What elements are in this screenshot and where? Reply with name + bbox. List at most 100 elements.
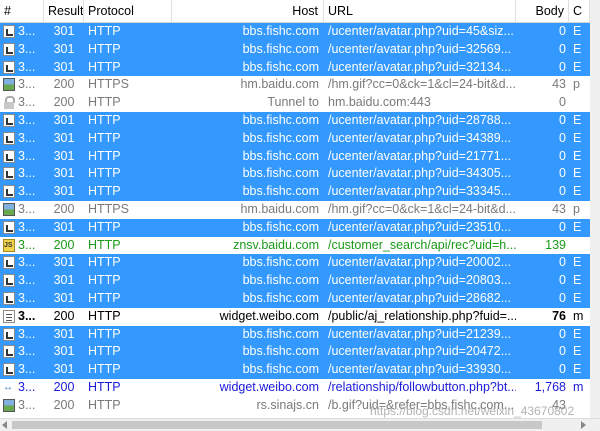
session-number-cell: 3... bbox=[0, 165, 44, 183]
scroll-thumb[interactable] bbox=[12, 421, 542, 429]
session-number-cell: 3... bbox=[0, 112, 44, 130]
session-row[interactable]: 3... 301 HTTP bbs.fishc.com/ucenter/avatar.… bbox=[0, 165, 600, 184]
scroll-left-icon[interactable] bbox=[2, 421, 7, 429]
session-rows: 3... 301 HTTP bbs.fishc.com/ucenter/avatar.… bbox=[0, 23, 600, 415]
caching: E bbox=[573, 273, 582, 288]
session-row[interactable]: 3... 301 HTTP bbs.fishc.com/ucenter/avatar.… bbox=[0, 361, 600, 379]
image-icon bbox=[3, 398, 15, 412]
session-row[interactable]: 3... 200 HTTPS hm.baidu.com/hm.gif?cc=0&ck=… bbox=[0, 201, 600, 219]
host: rs.sinajs.cn bbox=[256, 397, 319, 412]
session-number-cell: 3... bbox=[0, 23, 44, 41]
caching: p bbox=[573, 77, 580, 92]
caching bbox=[569, 237, 590, 255]
session-number: 3... bbox=[18, 273, 36, 288]
url: /ucenter/avatar.php?uid=32134... bbox=[328, 59, 512, 74]
vertical-scrollbar[interactable] bbox=[590, 0, 600, 418]
session-row[interactable]: 3... 301 HTTP bbs.fishc.com/ucenter/avatar.… bbox=[0, 254, 600, 273]
url: /ucenter/avatar.php?uid=33930... bbox=[328, 362, 512, 377]
session-number: 3... bbox=[18, 77, 36, 92]
session-row[interactable]: 3... 301 HTTP bbs.fishc.com/ucenter/avatar.… bbox=[0, 325, 600, 344]
host: bbs.fishc.com bbox=[242, 184, 319, 199]
host: bbs.fishc.com bbox=[242, 24, 319, 38]
session-row[interactable]: 3... 301 HTTP bbs.fishc.com/ucenter/avatar.… bbox=[0, 58, 600, 77]
session-row[interactable]: 3... 301 HTTP bbs.fishc.com/ucenter/avatar.… bbox=[0, 147, 600, 166]
body-size: 0 bbox=[559, 290, 566, 305]
session-row[interactable]: 3... 200 HTTP znsv.baidu.com/customer_searc… bbox=[0, 237, 600, 255]
session-number-cell: 3... bbox=[0, 41, 44, 59]
url: /ucenter/avatar.php?uid=20002... bbox=[328, 255, 512, 270]
url: /ucenter/avatar.php?uid=33345... bbox=[328, 184, 512, 199]
result-code: 301 bbox=[53, 219, 75, 234]
url: /customer_search/api/rec?uid=h... bbox=[328, 237, 516, 252]
session-row[interactable]: 3... 301 HTTP bbs.fishc.com/ucenter/avatar.… bbox=[0, 23, 600, 41]
url: /ucenter/avatar.php?uid=28788... bbox=[328, 112, 512, 127]
body-size: 43 bbox=[552, 201, 566, 216]
protocol: HTTP bbox=[88, 130, 121, 145]
session-number: 3... bbox=[18, 201, 36, 216]
session-row[interactable]: 3... 301 HTTP bbs.fishc.com/ucenter/avatar.… bbox=[0, 183, 600, 201]
result-code: 301 bbox=[53, 148, 75, 163]
protocol: HTTP bbox=[88, 326, 121, 341]
session-number: 3... bbox=[18, 24, 36, 38]
result-code: 301 bbox=[53, 59, 75, 74]
protocol: HTTP bbox=[88, 219, 121, 234]
session-number: 3... bbox=[18, 379, 36, 394]
column-header-number[interactable]: # bbox=[0, 0, 44, 22]
url: /public/aj_relationship.php?fuid=... bbox=[328, 308, 516, 323]
host: bbs.fishc.com bbox=[242, 273, 319, 288]
session-row[interactable]: 3... 200 HTTP widget.weibo.com/public/aj_re… bbox=[0, 308, 600, 326]
column-header-url[interactable]: URL bbox=[324, 0, 516, 22]
session-number-cell: 3... bbox=[0, 94, 44, 112]
protocol: HTTP bbox=[88, 362, 121, 377]
caching: E bbox=[573, 362, 582, 377]
column-header-body[interactable]: Body bbox=[516, 0, 569, 22]
session-number: 3... bbox=[18, 130, 36, 145]
session-number: 3... bbox=[18, 290, 36, 305]
session-list[interactable]: # Result Protocol Host URL Body C 3... 30… bbox=[0, 0, 600, 415]
session-row[interactable]: 3... 301 HTTP bbs.fishc.com/ucenter/avatar.… bbox=[0, 111, 600, 130]
caching: E bbox=[573, 148, 582, 163]
session-number: 3... bbox=[18, 362, 36, 377]
redirect-icon bbox=[3, 363, 15, 377]
column-header-protocol[interactable]: Protocol bbox=[84, 0, 172, 22]
column-header-caching[interactable]: C bbox=[569, 0, 590, 22]
host: bbs.fishc.com bbox=[242, 344, 319, 359]
session-row[interactable]: 3... 301 HTTP bbs.fishc.com/ucenter/avatar.… bbox=[0, 40, 600, 59]
result-code: 301 bbox=[53, 255, 75, 270]
url: /relationship/followbutton.php?bt... bbox=[328, 379, 516, 394]
host: widget.weibo.com bbox=[219, 308, 319, 323]
url: /ucenter/avatar.php?uid=34305... bbox=[328, 166, 512, 181]
host: bbs.fishc.com bbox=[242, 130, 319, 145]
session-number: 3... bbox=[18, 95, 36, 110]
session-number: 3... bbox=[18, 41, 36, 56]
session-number: 3... bbox=[18, 344, 36, 359]
session-row[interactable]: 3... 200 HTTPS hm.baidu.com/hm.gif?cc=0&ck=… bbox=[0, 76, 600, 94]
result-code: 301 bbox=[53, 362, 75, 377]
result-code: 200 bbox=[53, 237, 75, 252]
host: hm.baidu.com bbox=[240, 77, 319, 92]
result-code: 200 bbox=[53, 77, 75, 92]
session-row[interactable]: 3... 301 HTTP bbs.fishc.com/ucenter/avatar.… bbox=[0, 343, 600, 362]
session-row[interactable]: 3... 301 HTTP bbs.fishc.com/ucenter/avatar.… bbox=[0, 289, 600, 308]
session-number-cell: 3... bbox=[0, 379, 44, 397]
host: widget.weibo.com bbox=[219, 379, 319, 394]
column-header-host[interactable]: Host bbox=[172, 0, 324, 22]
host: bbs.fishc.com bbox=[242, 290, 319, 305]
result-code: 301 bbox=[53, 130, 75, 145]
result-code: 301 bbox=[53, 273, 75, 288]
session-row[interactable]: 3... 301 HTTP bbs.fishc.com/ucenter/avatar.… bbox=[0, 272, 600, 290]
horizontal-scrollbar[interactable] bbox=[0, 418, 600, 431]
session-row[interactable]: 3... 200 HTTP widget.weibo.com/relationship… bbox=[0, 379, 600, 397]
session-row[interactable]: 3... 301 HTTP bbs.fishc.com/ucenter/avatar.… bbox=[0, 129, 600, 148]
column-header-result[interactable]: Result bbox=[44, 0, 84, 22]
caching: m bbox=[573, 379, 584, 394]
redirect-icon bbox=[3, 327, 15, 341]
body-size: 0 bbox=[559, 24, 566, 38]
session-row[interactable]: 3... 200 HTTP Tunnel to hm.baidu.com:443 0 bbox=[0, 94, 600, 112]
scroll-right-icon[interactable] bbox=[581, 421, 586, 429]
redirect-icon bbox=[3, 291, 15, 305]
protocol: HTTP bbox=[88, 273, 121, 288]
session-row[interactable]: 3... 301 HTTP bbs.fishc.com/ucenter/avatar.… bbox=[0, 218, 600, 237]
body-size: 76 bbox=[552, 308, 566, 323]
caching: E bbox=[573, 290, 582, 305]
